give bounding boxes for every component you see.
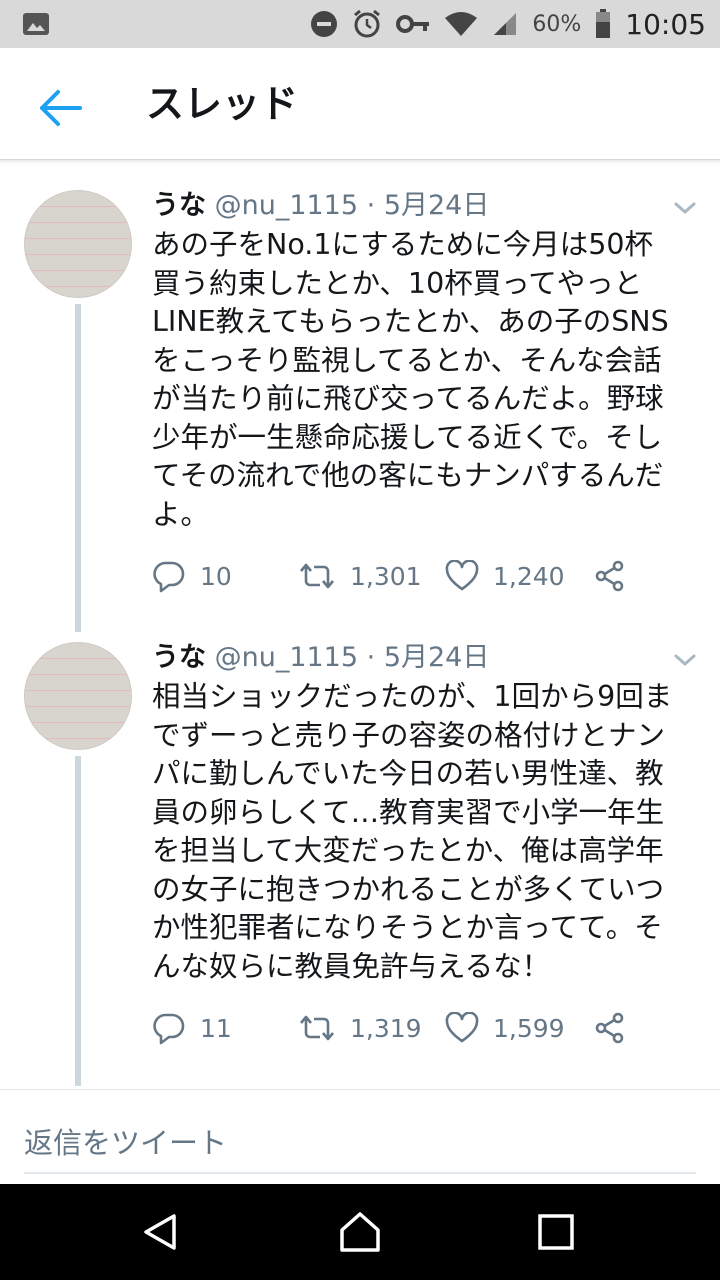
tweet-text-line: あの子をNo.1にするために今月は50杯 — [152, 228, 653, 261]
heart-icon — [445, 1012, 479, 1043]
app-header: スレッド — [0, 48, 720, 160]
retweet-icon — [300, 1015, 334, 1041]
battery-percent: 60% — [532, 11, 582, 37]
retweet-button[interactable]: 1,301 — [298, 556, 422, 596]
do-not-disturb-icon — [311, 11, 338, 37]
tweet-date[interactable]: 5月24日 — [384, 642, 490, 673]
reply-compose-bar: 返信をツイート — [0, 1089, 720, 1184]
reply-count: 10 — [200, 561, 232, 591]
reply-icon — [153, 561, 185, 593]
share-button[interactable] — [594, 1008, 626, 1048]
tweet-actions: 11 1,319 1,599 — [152, 1008, 652, 1048]
separator: · — [366, 190, 376, 221]
tweet-actions: 10 1,301 1,240 — [152, 556, 652, 596]
header-divider — [0, 160, 720, 164]
tweet-text-line: 少年が一生懸命応援してる近くで。そし — [152, 420, 663, 454]
arrow-left-icon — [40, 90, 82, 126]
reply-input-underline — [24, 1172, 696, 1174]
tweet-text-line: よ。 — [152, 497, 210, 531]
nav-back-icon[interactable] — [140, 1210, 184, 1254]
tweet-text: 相当ショックだったのが、1回から9回ま でずーっと売り子の容姿の格付けとナン パ… — [152, 678, 712, 986]
heart-icon — [445, 560, 479, 591]
vpn-key-icon — [396, 15, 430, 33]
separator: · — [366, 642, 376, 673]
reply-button[interactable]: 11 — [152, 1008, 232, 1048]
user-handle[interactable]: @nu_1115 — [215, 642, 358, 673]
reply-input[interactable]: 返信をツイート — [24, 1120, 227, 1162]
user-name[interactable]: うな — [152, 190, 206, 221]
page-title: スレッド — [146, 82, 299, 126]
tweet-text-line: の女子に抱きつかれることが多くていつ — [152, 872, 665, 906]
tweet-text-line: LINE教えてもらったとか、あの子のSNS — [152, 305, 669, 338]
share-icon — [595, 1012, 624, 1044]
share-button[interactable] — [594, 556, 626, 596]
tweet-header: うな @nu_1115 · 5月24日 — [152, 188, 489, 224]
thread-line — [75, 756, 81, 1086]
like-count: 1,240 — [493, 561, 565, 591]
tweet-text-line: が当たり前に飛び交ってるんだよ。野球 — [152, 382, 664, 415]
retweet-icon — [300, 563, 334, 589]
reply-button[interactable]: 10 — [152, 556, 232, 596]
like-button[interactable]: 1,599 — [445, 1008, 565, 1048]
reply-count: 11 — [200, 1013, 232, 1043]
tweet-header: うな @nu_1115 · 5月24日 — [152, 640, 489, 676]
battery-icon — [596, 9, 611, 38]
like-button[interactable]: 1,240 — [445, 556, 565, 596]
tweet-text-line: をこっそり監視してるとか、そんな会話 — [152, 343, 662, 377]
alarm-icon — [354, 9, 381, 38]
image-notification-icon — [23, 13, 49, 35]
tweet-text: あの子をNo.1にするために今月は50杯 買う約束したとか、10杯買ってやっと … — [152, 226, 712, 534]
nav-recents-icon[interactable] — [534, 1210, 578, 1254]
tweet-text-line: 員の卵らしくて…教育実習で小学一年生 — [152, 795, 665, 829]
user-name[interactable]: うな — [152, 642, 206, 673]
chevron-down-icon[interactable] — [672, 650, 698, 670]
retweet-count: 1,319 — [350, 1013, 422, 1043]
thread-line — [75, 304, 81, 632]
user-handle[interactable]: @nu_1115 — [215, 190, 358, 221]
nav-home-icon[interactable] — [338, 1210, 382, 1254]
tweet-text-line: か性犯罪者になりそうとか言ってて。そ — [152, 911, 663, 944]
navigation-bar — [0, 1184, 720, 1280]
tweet-text-line: 相当ショックだったのが、1回から9回ま — [152, 680, 673, 713]
clock: 10:05 — [625, 7, 706, 41]
signal-icon — [494, 13, 517, 35]
avatar[interactable] — [24, 190, 132, 298]
reply-icon — [153, 1013, 185, 1045]
tweet-text-line: でずーっと売り子の容姿の格付けとナン — [152, 718, 666, 752]
retweet-button[interactable]: 1,319 — [298, 1008, 422, 1048]
like-count: 1,599 — [493, 1013, 565, 1043]
back-button[interactable] — [36, 84, 84, 132]
tweet-text-line: 買う約束したとか、10杯買ってやっと — [152, 266, 643, 300]
tweet-date[interactable]: 5月24日 — [384, 190, 490, 221]
avatar[interactable] — [24, 642, 132, 750]
tweet-text-line: を担当して大変だったとか、俺は高学年 — [152, 834, 664, 867]
share-icon — [595, 560, 624, 592]
chevron-down-icon[interactable] — [672, 198, 698, 218]
wifi-icon — [445, 12, 478, 36]
retweet-count: 1,301 — [350, 561, 422, 591]
tweet-text-line: んな奴らに教員免許与えるな！ — [152, 949, 551, 983]
tweet-text-line: パに勤しんでいた今日の若い男性達、教 — [152, 757, 664, 790]
status-bar: 60% 10:05 — [0, 0, 720, 48]
tweet-text-line: てその流れで他の客にもナンパするんだ — [152, 459, 664, 492]
